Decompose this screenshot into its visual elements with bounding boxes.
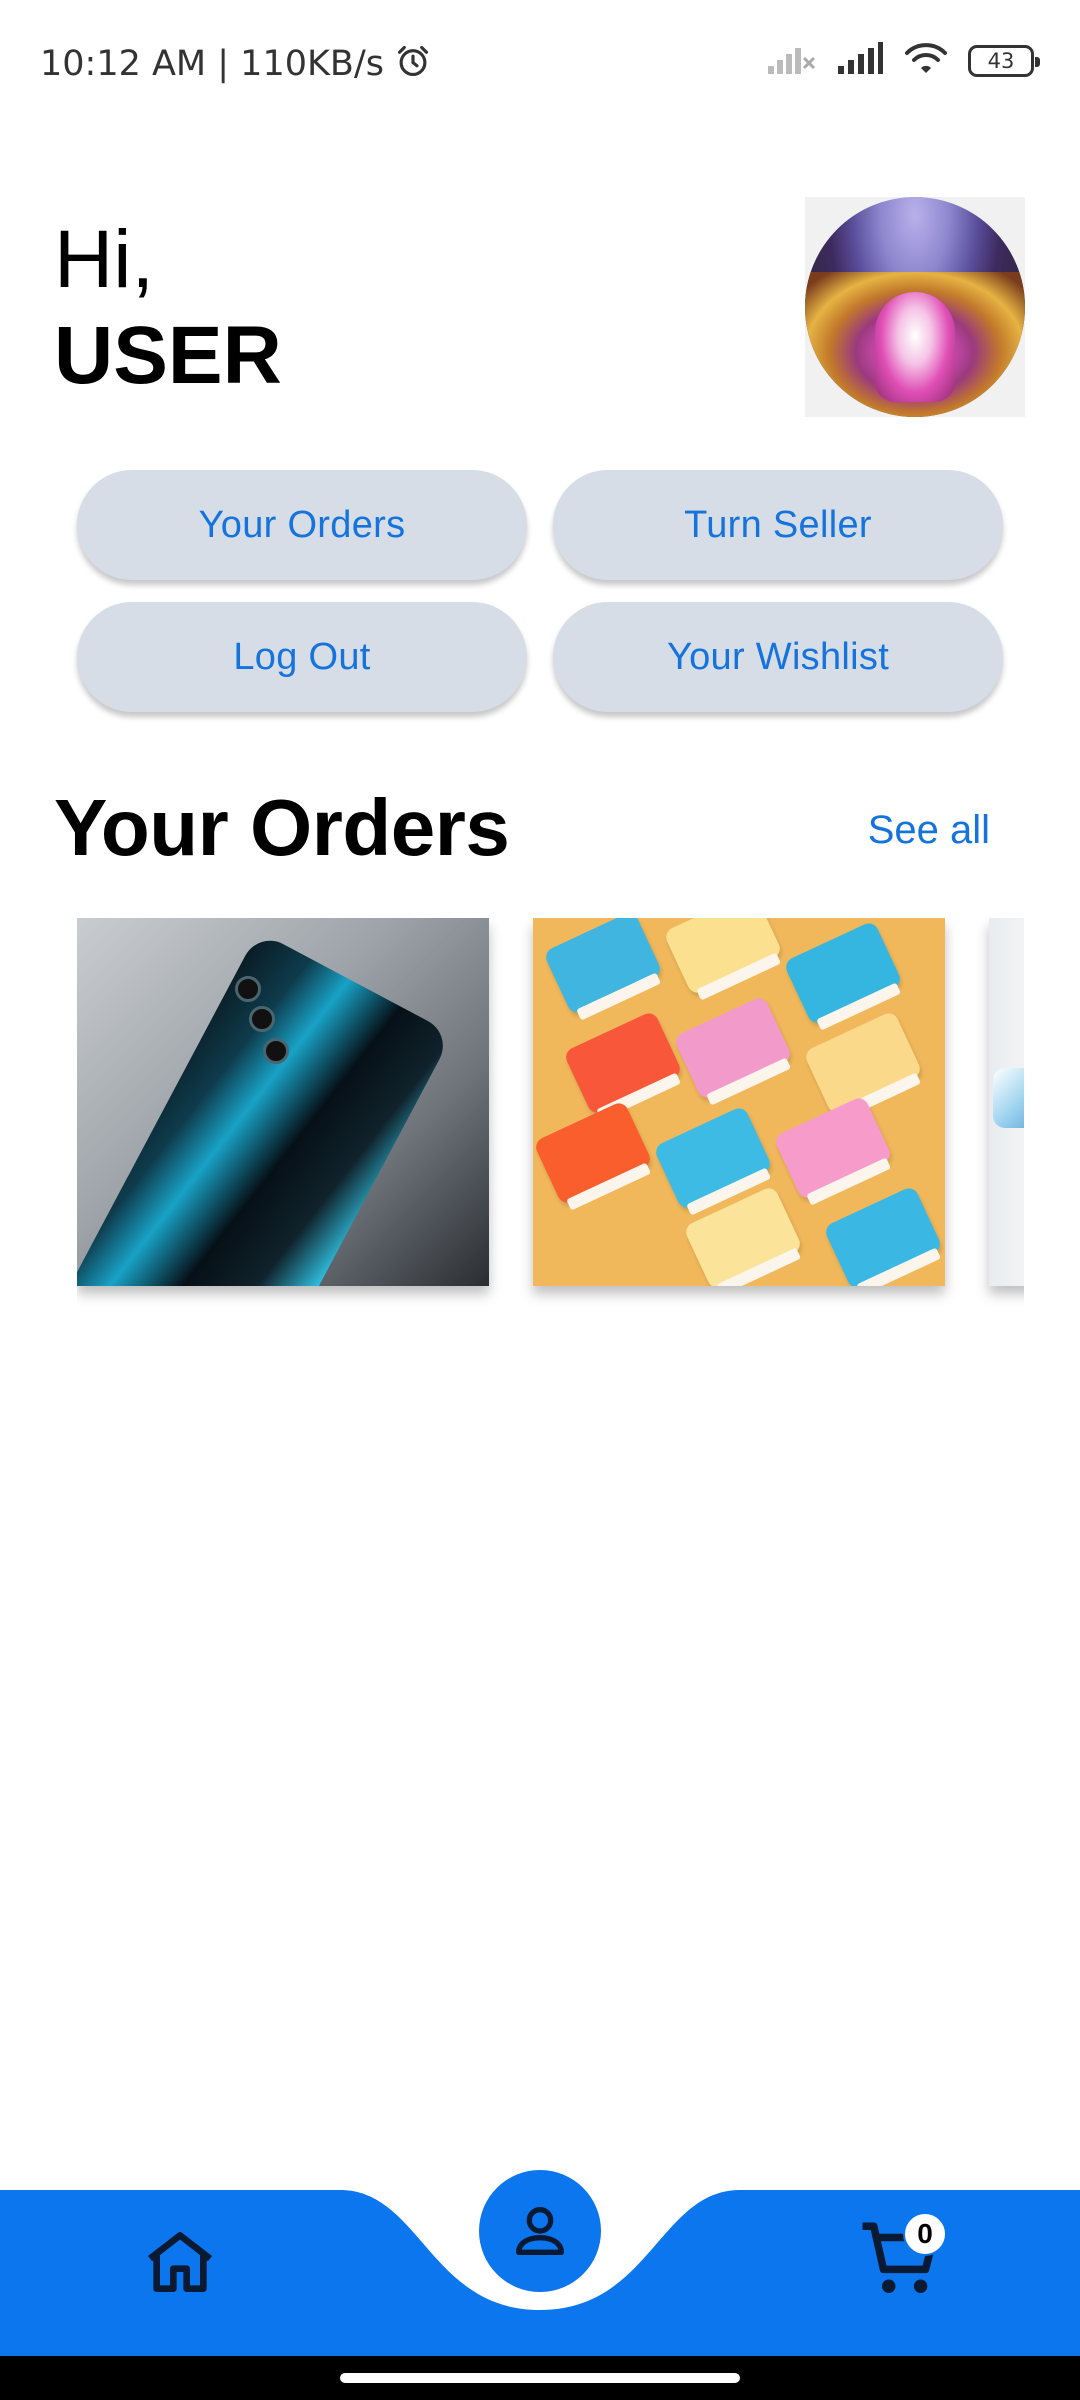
alarm-icon (394, 42, 432, 85)
battery-icon: 43 (968, 44, 1040, 77)
status-left: 10:12 AM | 110KB/s (40, 42, 432, 85)
signal-off-icon (766, 40, 818, 81)
book-shape (822, 1185, 944, 1286)
avatar[interactable] (805, 197, 1025, 417)
see-all-link[interactable]: See all (868, 808, 990, 853)
order-item-phone[interactable] (77, 918, 489, 1286)
book-shape (533, 1100, 654, 1206)
avatar-image (805, 197, 1025, 417)
your-orders-button[interactable]: Your Orders (77, 470, 527, 580)
greeting: Hi, USER (54, 212, 282, 404)
device-image (993, 1068, 1024, 1128)
bottom-navigation (0, 2170, 1080, 2356)
status-time-speed: 10:12 AM | 110KB/s (40, 43, 384, 84)
greeting-hi: Hi, (54, 214, 155, 305)
home-indicator[interactable] (340, 2373, 740, 2383)
book-shape (662, 918, 784, 996)
your-wishlist-button[interactable]: Your Wishlist (553, 602, 1003, 712)
camera-lens (263, 1038, 289, 1064)
profile-screen: 10:12 AM | 110KB/s 43 Hi, USER Your Orde… (0, 0, 1080, 2400)
turn-seller-button[interactable]: Turn Seller (553, 470, 1003, 580)
avatar-figure (875, 292, 955, 402)
status-bar: 10:12 AM | 110KB/s 43 (0, 0, 1080, 130)
signal-icon (836, 40, 884, 81)
profile-icon[interactable] (479, 2170, 601, 2292)
camera-lens (249, 1006, 275, 1032)
book-shape (782, 920, 904, 1026)
book-shape (562, 1010, 684, 1116)
orders-carousel[interactable] (77, 918, 1024, 1308)
wifi-icon (902, 40, 950, 81)
camera-lens (235, 976, 261, 1002)
phone-image (77, 930, 453, 1286)
account-actions: Your Orders Turn Seller Log Out Your Wis… (77, 470, 1003, 712)
home-icon[interactable] (140, 2222, 220, 2302)
book-shape (542, 918, 664, 1016)
battery-level: 43 (987, 48, 1015, 73)
status-right: 43 (766, 40, 1040, 81)
book-shape (672, 995, 794, 1101)
cart-count-badge: 0 (903, 2212, 947, 2256)
greeting-username: USER (54, 310, 282, 401)
order-item-books[interactable] (533, 918, 945, 1286)
orders-section-title: Your Orders (54, 783, 510, 872)
log-out-button[interactable]: Log Out (77, 602, 527, 712)
book-shape (772, 1095, 894, 1201)
order-item-partial[interactable] (989, 918, 1024, 1286)
